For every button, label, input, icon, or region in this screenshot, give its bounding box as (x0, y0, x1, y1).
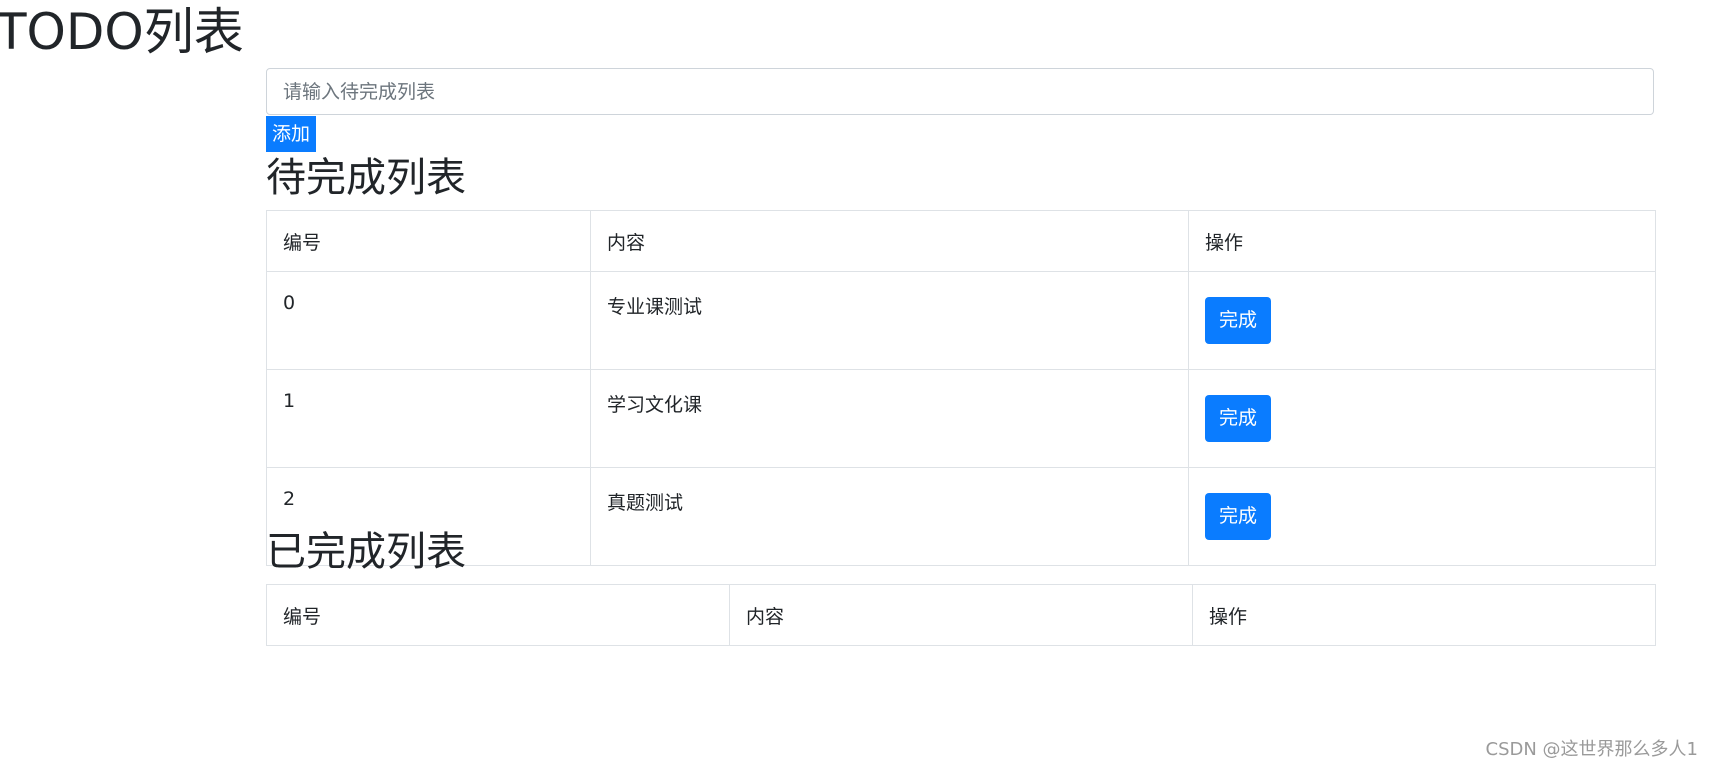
completed-list-heading: 已完成列表 (266, 529, 466, 575)
todo-app: TODO列表 添加 待完成列表 编号 内容 操作 0 专业课测试 完成 (0, 0, 1710, 769)
column-header-id: 编号 (266, 210, 591, 272)
pending-table: 编号 内容 操作 0 专业课测试 完成 1 学习文化课 完成 2 真题测试 完成 (266, 210, 1656, 566)
add-button[interactable]: 添加 (266, 116, 317, 152)
table-row: 1 学习文化课 完成 (266, 369, 1656, 468)
column-header-action: 操作 (1192, 584, 1656, 646)
watermark: CSDN @这世界那么多人1 (1485, 739, 1699, 760)
table-row: 0 专业课测试 完成 (266, 271, 1656, 370)
column-header-action: 操作 (1188, 210, 1656, 272)
column-header-content: 内容 (729, 584, 1193, 646)
row-action-cell: 完成 (1188, 467, 1656, 566)
pending-list-heading: 待完成列表 (266, 155, 466, 201)
table-header-row: 编号 内容 操作 (266, 210, 1656, 272)
column-header-id: 编号 (266, 584, 730, 646)
complete-button[interactable]: 完成 (1205, 493, 1272, 540)
complete-button[interactable]: 完成 (1205, 297, 1272, 344)
completed-table: 编号 内容 操作 (266, 584, 1656, 646)
table-row: 2 真题测试 完成 (266, 467, 1656, 566)
row-content: 真题测试 (590, 467, 1189, 566)
todo-input[interactable] (266, 68, 1654, 115)
table-header-row: 编号 内容 操作 (266, 584, 1656, 646)
row-action-cell: 完成 (1188, 271, 1656, 370)
complete-button[interactable]: 完成 (1205, 395, 1272, 442)
row-id: 0 (266, 271, 591, 370)
row-id: 1 (266, 369, 591, 468)
row-action-cell: 完成 (1188, 369, 1656, 468)
row-content: 学习文化课 (590, 369, 1189, 468)
page-title: TODO列表 (0, 3, 244, 61)
row-content: 专业课测试 (590, 271, 1189, 370)
column-header-content: 内容 (590, 210, 1189, 272)
